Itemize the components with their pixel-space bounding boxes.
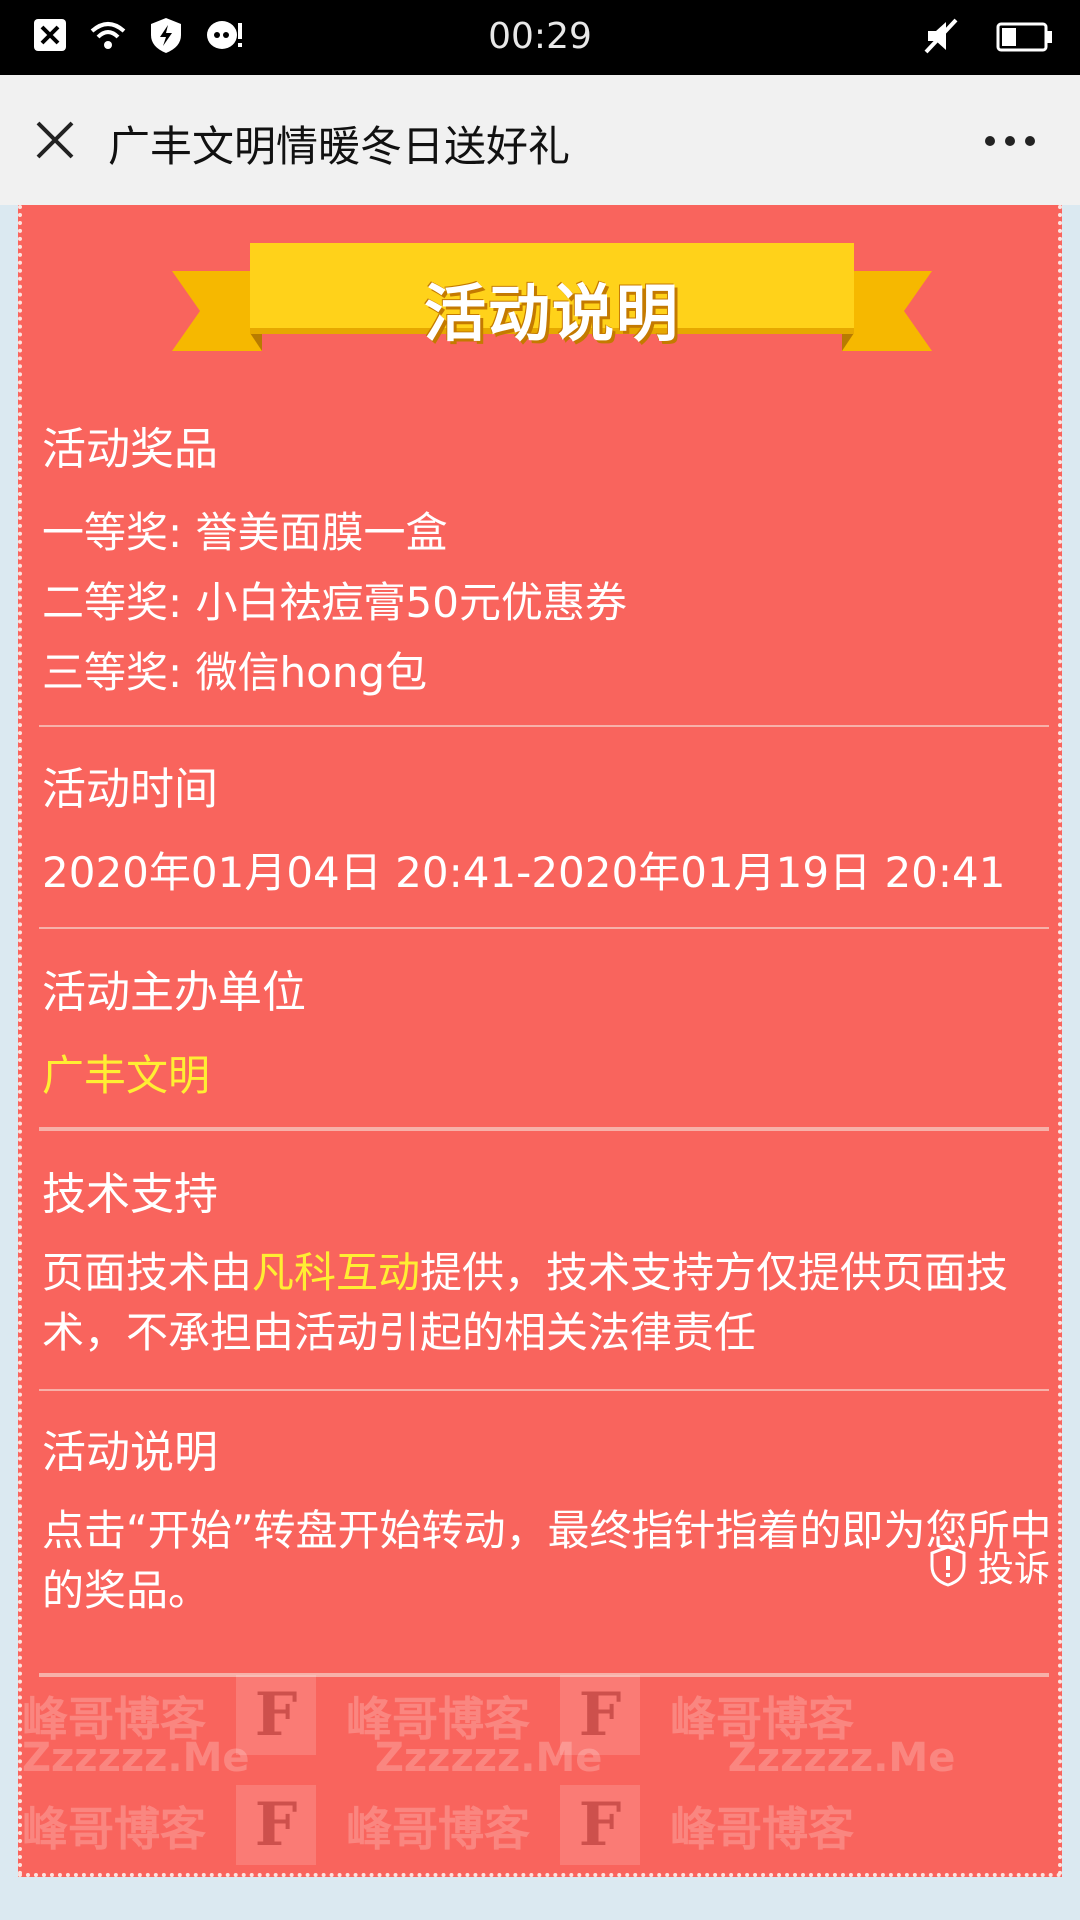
section-time: 活动时间 2020年01月04日 20:41-2020年01月19日 20:41 [42, 760, 1052, 908]
rules-text: 点击“开始”转盘开始转动，最终指针指着的即为您所中的奖品。 [42, 1506, 1052, 1615]
divider [39, 725, 1049, 727]
page-title: 广丰文明情暖冬日送好礼 [108, 122, 571, 171]
prize-line-3: 三等奖: 微信hong包 [42, 648, 428, 697]
activity-time-value: 2020年01月04日 20:41-2020年01月19日 20:41 [42, 848, 1006, 897]
title-ribbon: 活动说明 [172, 233, 932, 363]
section-title: 活动时间 [42, 764, 218, 815]
complain-label: 投诉 [977, 1549, 1050, 1590]
organizer-link[interactable]: 广丰文明 [42, 1041, 1052, 1111]
section-tech: 技术支持 页面技术由凡科互动提供，技术支持方仅提供页面技术，不承担由活动引起的相… [42, 1165, 1052, 1363]
prize-line-2: 二等奖: 小白祛痘膏50元优惠券 [42, 578, 627, 627]
divider [39, 1127, 1049, 1131]
tech-support-text: 页面技术由凡科互动提供，技术支持方仅提供页面技术，不承担由活动引起的相关法律责任 [42, 1243, 1052, 1363]
watermark-url: Zzzzzz.Me [727, 1735, 956, 1781]
watermark-brand: 峰哥博客 [346, 1802, 530, 1856]
watermark-brand: 峰哥博客 [22, 1802, 206, 1856]
mute-icon [924, 18, 958, 54]
tech-text-before: 页面技术由 [42, 1248, 253, 1297]
activity-card: 活动说明 活动奖品 一等奖: 誉美面膜一盒 二等奖: 小白祛痘膏50元优惠券 三… [18, 205, 1062, 1877]
status-time: 00:29 [488, 16, 592, 57]
watermark-logo: F [236, 1785, 316, 1865]
watermark-row: Zzzzzz.Me Zzzzzz.Me Zzzzzz.Me [22, 1735, 1066, 1781]
tech-provider-link[interactable]: 凡科互动 [252, 1248, 420, 1297]
section-title: 活动奖品 [42, 424, 218, 475]
watermark-url: Zzzzzz.Me [22, 1735, 250, 1781]
more-options-icon[interactable] [984, 135, 1036, 147]
watermark-logo: F [560, 1785, 640, 1865]
watermark-brand: 峰哥博客 [670, 1802, 854, 1856]
shield-icon [930, 1545, 966, 1587]
section-title: 技术支持 [42, 1169, 218, 1220]
section-organizer: 活动主办单位 广丰文明 [42, 963, 1052, 1111]
watermark-url: Zzzzzz.Me [374, 1735, 603, 1781]
banner-title: 活动说明 [423, 277, 680, 350]
battery-icon [996, 22, 1052, 52]
prize-line-1: 一等奖: 誉美面膜一盒 [42, 508, 448, 557]
nav-bar: 广丰文明情暖冬日送好礼 [0, 75, 1080, 205]
section-prizes: 活动奖品 一等奖: 誉美面膜一盒 二等奖: 小白祛痘膏50元优惠券 三等奖: 微… [42, 420, 1052, 708]
section-title: 活动主办单位 [42, 967, 306, 1018]
divider [39, 1389, 1049, 1391]
status-bar: 00:29 [0, 0, 1080, 75]
status-right-icons [922, 16, 1054, 56]
divider [39, 927, 1049, 929]
close-icon[interactable] [34, 119, 76, 161]
section-rules: 活动说明 点击“开始”转盘开始转动，最终指针指着的即为您所中的奖品。 [42, 1423, 1052, 1621]
section-title: 活动说明 [42, 1427, 218, 1478]
complain-button[interactable]: 投诉 [928, 1540, 1050, 1592]
watermark-row: 峰哥博客 F 峰哥博客 F 峰哥博客 [22, 1785, 1066, 1865]
